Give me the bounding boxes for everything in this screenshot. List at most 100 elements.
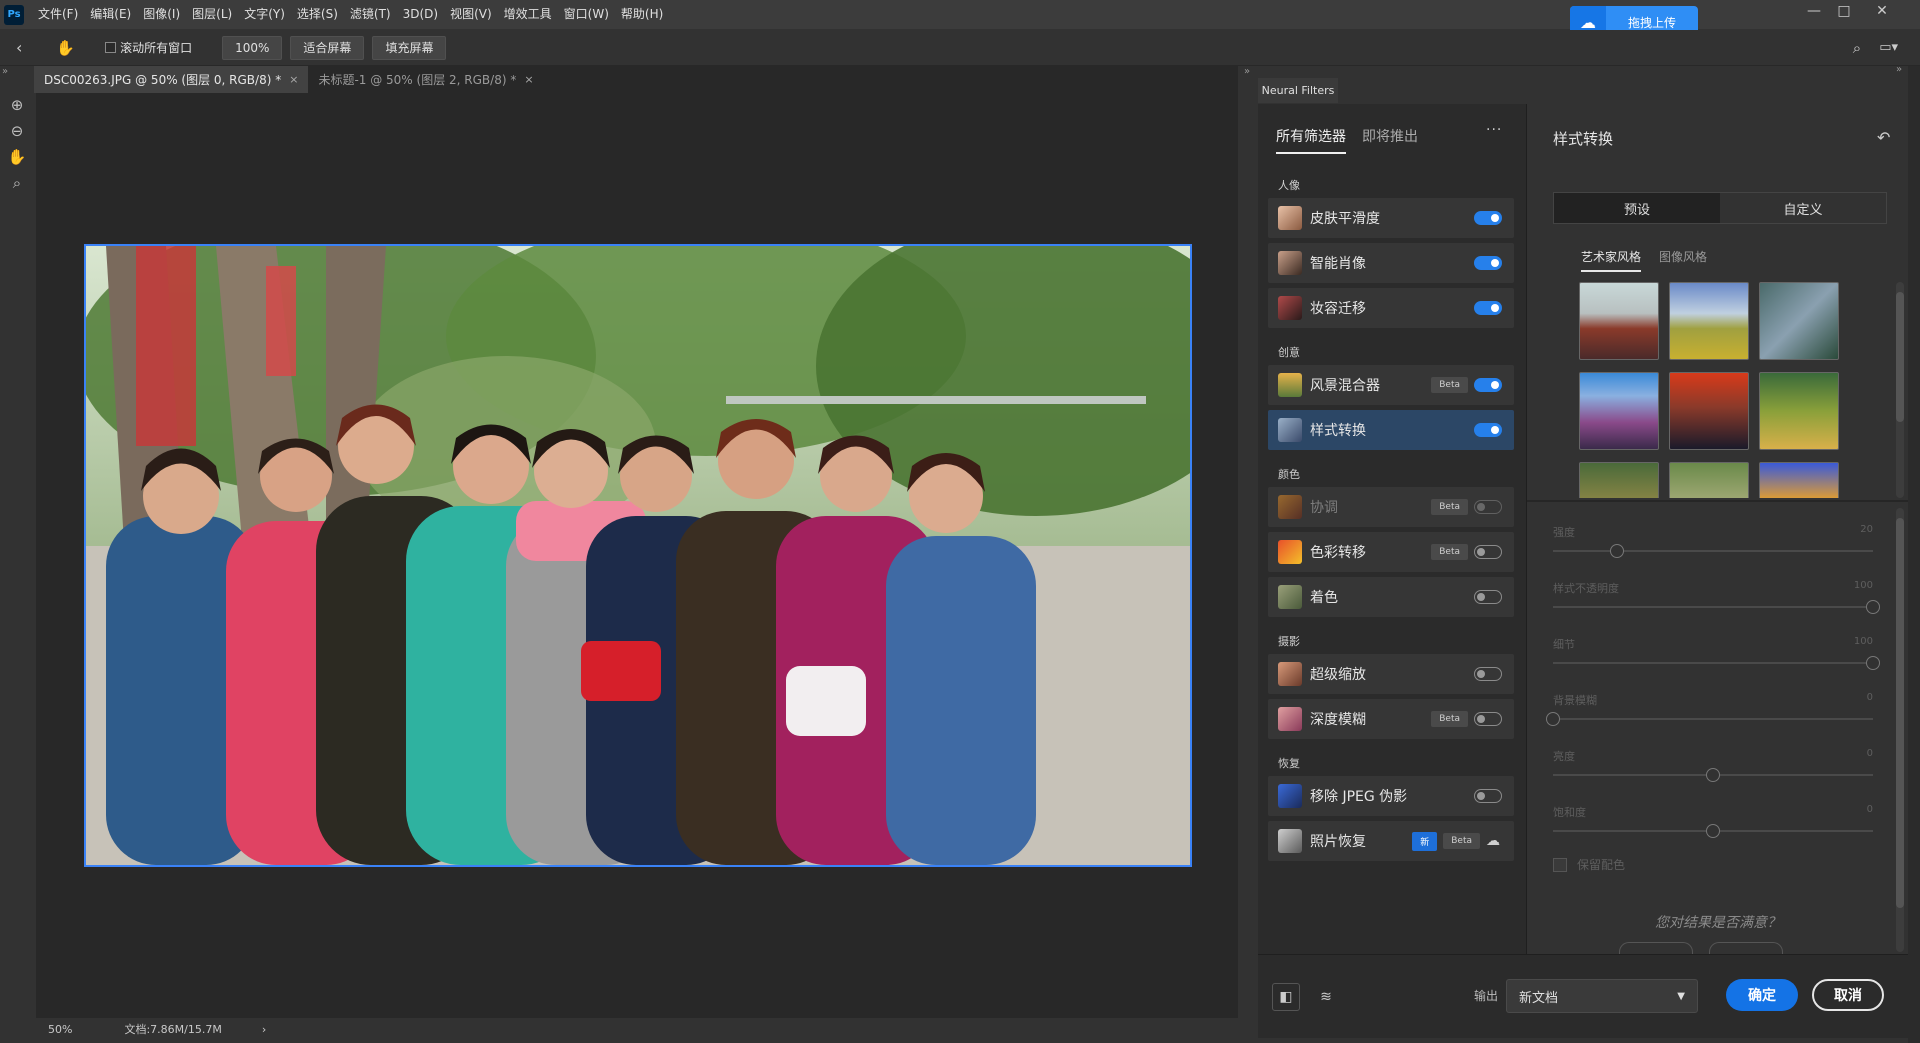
style-thumb[interactable] (1759, 282, 1839, 360)
status-arrow-icon[interactable]: › (262, 1023, 266, 1036)
back-chevron-icon[interactable]: ‹ (16, 38, 22, 57)
filter-jpeg-artifact-removal[interactable]: 移除 JPEG 伪影 (1268, 776, 1514, 816)
zoom-100-button[interactable]: 100% (222, 35, 283, 60)
tab-image-style[interactable]: 图像风格 (1659, 248, 1707, 272)
filter-makeup-transfer[interactable]: 妆容迁移 (1268, 288, 1514, 328)
close-tab-icon[interactable]: × (289, 73, 298, 86)
filter-color-transfer[interactable]: 色彩转移 Beta (1268, 532, 1514, 572)
slider-background-blur[interactable]: 背景模糊 0 (1546, 692, 1873, 726)
slider-saturation[interactable]: 饱和度 0 (1553, 804, 1873, 838)
filter-landscape-mixer[interactable]: 风景混合器 Beta (1268, 365, 1514, 405)
filter-toggle[interactable] (1474, 789, 1502, 803)
style-thumb[interactable] (1669, 372, 1749, 450)
slider-knob[interactable] (1610, 544, 1624, 558)
menu-filter[interactable]: 滤镜(T) (344, 0, 397, 29)
filter-toggle[interactable] (1474, 378, 1502, 392)
collapse-dock-icon[interactable]: » (1896, 64, 1902, 75)
zoom-out-icon[interactable]: ⊖ (0, 118, 34, 144)
fill-screen-button[interactable]: 填充屏幕 (372, 35, 447, 60)
tab-artist-style[interactable]: 艺术家风格 (1581, 248, 1642, 272)
style-thumb[interactable] (1579, 462, 1659, 498)
filter-toggle[interactable] (1474, 545, 1502, 559)
style-thumb[interactable] (1759, 462, 1839, 498)
filter-toggle[interactable] (1474, 423, 1502, 437)
filter-toggle[interactable] (1474, 712, 1502, 726)
menu-help[interactable]: 帮助(H) (615, 0, 669, 29)
menu-view[interactable]: 视图(V) (444, 0, 498, 29)
tab-presets[interactable]: 预设 (1554, 193, 1720, 223)
style-thumb[interactable] (1579, 372, 1659, 450)
tab-all-filters[interactable]: 所有筛选器 (1276, 126, 1346, 154)
undo-icon[interactable]: ↶ (1877, 128, 1890, 147)
search-icon[interactable]: ⌕ (1853, 39, 1861, 57)
zoom-in-icon[interactable]: ⊕ (0, 92, 34, 118)
cancel-button[interactable]: 取消 (1812, 979, 1884, 1011)
filter-skin-smoothing[interactable]: 皮肤平滑度 (1268, 198, 1514, 238)
magnifier-icon[interactable]: ⌕ (0, 170, 34, 196)
doc-tab-dsc00263[interactable]: DSC00263.JPG @ 50% (图层 0, RGB/8) * × (34, 66, 309, 93)
menu-window[interactable]: 窗口(W) (558, 0, 615, 29)
close-tab-icon[interactable]: × (524, 73, 533, 86)
filter-style-transfer[interactable]: 样式转换 (1268, 410, 1514, 450)
slider-knob[interactable] (1546, 712, 1560, 726)
ok-button[interactable]: 确定 (1726, 979, 1798, 1011)
slider-knob[interactable] (1866, 600, 1880, 614)
filter-toggle[interactable] (1474, 211, 1502, 225)
thumbs-scroll-thumb[interactable] (1896, 292, 1904, 422)
slider-knob[interactable] (1706, 768, 1720, 782)
style-thumb[interactable] (1669, 282, 1749, 360)
zoom-level[interactable]: 50% (48, 1023, 72, 1036)
close-window-icon[interactable]: ✕ (1864, 0, 1900, 22)
doc-tab-untitled[interactable]: 未标题-1 @ 50% (图层 2, RGB/8) * × (308, 66, 543, 93)
filter-super-zoom[interactable]: 超级缩放 (1268, 654, 1514, 694)
filter-toggle[interactable] (1474, 590, 1502, 604)
slider-knob[interactable] (1706, 824, 1720, 838)
filter-smart-portrait[interactable]: 智能肖像 (1268, 243, 1514, 283)
menu-select[interactable]: 选择(S) (291, 0, 344, 29)
fit-screen-button[interactable]: 适合屏幕 (290, 35, 365, 60)
style-thumb[interactable] (1759, 372, 1839, 450)
style-thumb[interactable] (1669, 462, 1749, 498)
slider-style-opacity[interactable]: 样式不透明度 100 (1553, 580, 1880, 614)
checkbox-box[interactable] (1553, 857, 1567, 872)
filter-photo-restoration[interactable]: 照片恢复 新 Beta ☁ (1268, 821, 1514, 861)
settings-scroll-thumb[interactable] (1896, 518, 1904, 908)
filter-colorize[interactable]: 着色 (1268, 577, 1514, 617)
menu-plugins[interactable]: 增效工具 (498, 0, 558, 29)
filter-toggle[interactable] (1474, 500, 1502, 514)
menu-3d[interactable]: 3D(D) (397, 0, 444, 29)
hand-icon[interactable]: ✋ (0, 144, 34, 170)
filter-toggle[interactable] (1474, 667, 1502, 681)
compare-view-icon[interactable]: ◧ (1272, 983, 1300, 1011)
slider-knob[interactable] (1866, 656, 1880, 670)
expand-toolbar-icon[interactable]: » (2, 66, 8, 77)
hand-tool-icon[interactable]: ✋ (56, 39, 75, 57)
slider-strength[interactable]: 强度 20 (1553, 524, 1873, 558)
menu-layer[interactable]: 图层(L) (186, 0, 238, 29)
menu-edit[interactable]: 编辑(E) (84, 0, 137, 29)
style-thumb[interactable] (1579, 282, 1659, 360)
filter-harmonization[interactable]: 协调 Beta (1268, 487, 1514, 527)
collapse-panel-icon[interactable]: » (1244, 66, 1250, 77)
tab-coming-soon[interactable]: 即将推出 (1362, 126, 1418, 154)
filter-toggle[interactable] (1474, 256, 1502, 270)
more-options-icon[interactable]: ··· (1486, 122, 1502, 138)
menu-file[interactable]: 文件(F) (32, 0, 84, 29)
slider-detail[interactable]: 细节 100 (1553, 636, 1880, 670)
workspace-icon[interactable]: ▭▾ (1879, 40, 1898, 55)
scroll-all-checkbox[interactable]: 滚动所有窗口 (105, 39, 192, 56)
preserve-color-checkbox[interactable]: 保留配色 (1553, 856, 1625, 873)
filter-depth-blur[interactable]: 深度模糊 Beta (1268, 699, 1514, 739)
tab-custom[interactable]: 自定义 (1720, 193, 1886, 223)
neural-filters-tab[interactable]: Neural Filters (1258, 78, 1338, 103)
style-thumb-icon (1278, 418, 1302, 442)
slider-brightness[interactable]: 亮度 0 (1553, 748, 1873, 782)
cloud-download-icon[interactable]: ☁ (1486, 833, 1500, 849)
checkbox-box[interactable] (105, 42, 117, 53)
output-select[interactable]: 新文档 ▼ (1506, 979, 1698, 1013)
menu-image[interactable]: 图像(I) (137, 0, 186, 29)
layers-icon[interactable]: ≋ (1312, 983, 1340, 1011)
maximize-icon[interactable]: □ (1826, 0, 1862, 22)
menu-type[interactable]: 文字(Y) (238, 0, 291, 29)
filter-toggle[interactable] (1474, 301, 1502, 315)
